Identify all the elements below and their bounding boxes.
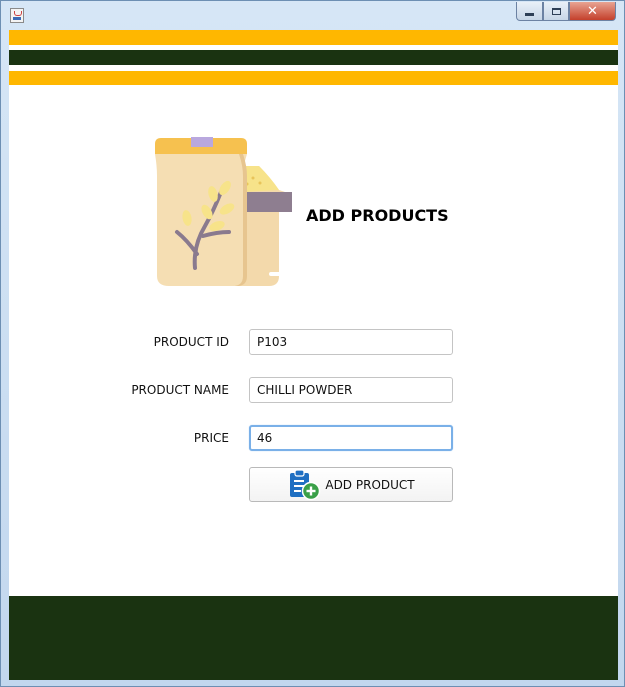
close-button[interactable]: ✕: [569, 2, 616, 21]
add-product-button[interactable]: ADD PRODUCT: [249, 467, 453, 502]
footer-band: [9, 596, 618, 680]
grain-bags-icon: [155, 137, 292, 286]
price-field[interactable]: [249, 425, 453, 451]
java-app-icon[interactable]: [10, 8, 24, 23]
app-window: ✕ ADD PRODUCTS PRODUCT ID P103 PRODUCT N…: [0, 0, 625, 687]
add-product-button-label: ADD PRODUCT: [325, 477, 415, 492]
product-id-label: PRODUCT ID: [153, 335, 229, 349]
price-label: PRICE: [193, 431, 229, 445]
header-stripe-green: [9, 50, 618, 65]
minimize-button[interactable]: [516, 2, 543, 21]
close-icon: ✕: [587, 3, 598, 19]
header-stripe-yellow-top: [9, 30, 618, 45]
product-name-field[interactable]: [249, 377, 453, 403]
maximize-icon: [551, 7, 561, 15]
product-id-field[interactable]: [249, 329, 453, 355]
content-panel: ADD PRODUCTS PRODUCT ID PRODUCT NAME PRI…: [9, 30, 618, 680]
header-stripe-yellow-bottom: [9, 71, 618, 85]
minimize-icon: [525, 12, 534, 16]
maximize-button[interactable]: [543, 2, 569, 21]
product-name-label: PRODUCT NAME: [131, 383, 229, 397]
title-bar[interactable]: ✕: [1, 1, 624, 29]
page-title: ADD PRODUCTS: [306, 206, 449, 225]
clipboard-add-icon: [290, 468, 321, 500]
